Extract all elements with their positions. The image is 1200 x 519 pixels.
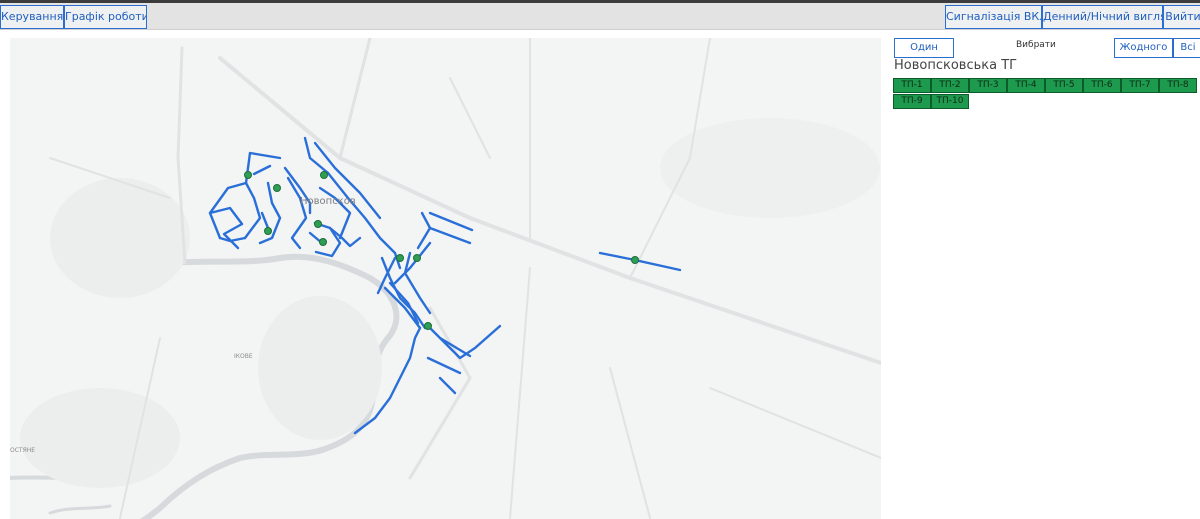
tp-button-2[interactable]: ТП-2 (931, 78, 969, 93)
tp-button-5[interactable]: ТП-5 (1045, 78, 1083, 93)
region-title: Новопсковська ТГ (894, 58, 1018, 73)
tp-button-3[interactable]: ТП-3 (969, 78, 1007, 93)
control-button[interactable]: Керування (0, 5, 64, 29)
place-label-ostyane: ОСТЯНЕ (10, 447, 36, 454)
select-all-button[interactable]: Всі (1173, 38, 1200, 58)
top-toolbar: Керування Графік роботи Сигналізація ВКЛ… (0, 3, 1200, 30)
town-label: Новопсков (300, 196, 356, 207)
tp-button-6[interactable]: ТП-6 (1083, 78, 1121, 93)
right-panel: Один Вибрати Жодного Всі Новопсковська Т… (890, 38, 1200, 519)
select-label: Вибрати (1016, 40, 1056, 50)
schedule-button[interactable]: Графік роботи (64, 5, 147, 29)
map-view[interactable]: Новопсков ІКОВЕ ОСТЯНЕ (10, 38, 881, 519)
tp-button-9[interactable]: ТП-9 (893, 94, 931, 109)
terrain-patches (20, 118, 880, 488)
tp-button-1[interactable]: ТП-1 (893, 78, 931, 93)
tp-button-8[interactable]: ТП-8 (1159, 78, 1197, 93)
day-night-toggle-button[interactable]: Денний/Нічний вигляд (1042, 5, 1163, 29)
tp-button-10[interactable]: ТП-10 (931, 94, 969, 109)
tp-button-7[interactable]: ТП-7 (1121, 78, 1159, 93)
logout-button[interactable]: Вийти (1163, 5, 1200, 29)
select-none-button[interactable]: Жодного (1114, 38, 1173, 58)
alarm-toggle-button[interactable]: Сигналізація ВКЛ (945, 5, 1042, 29)
tp-button-4[interactable]: ТП-4 (1007, 78, 1045, 93)
select-one-button[interactable]: Один (894, 38, 954, 58)
place-label-ikove: ІКОВЕ (234, 353, 253, 360)
map-canvas[interactable] (10, 38, 881, 519)
